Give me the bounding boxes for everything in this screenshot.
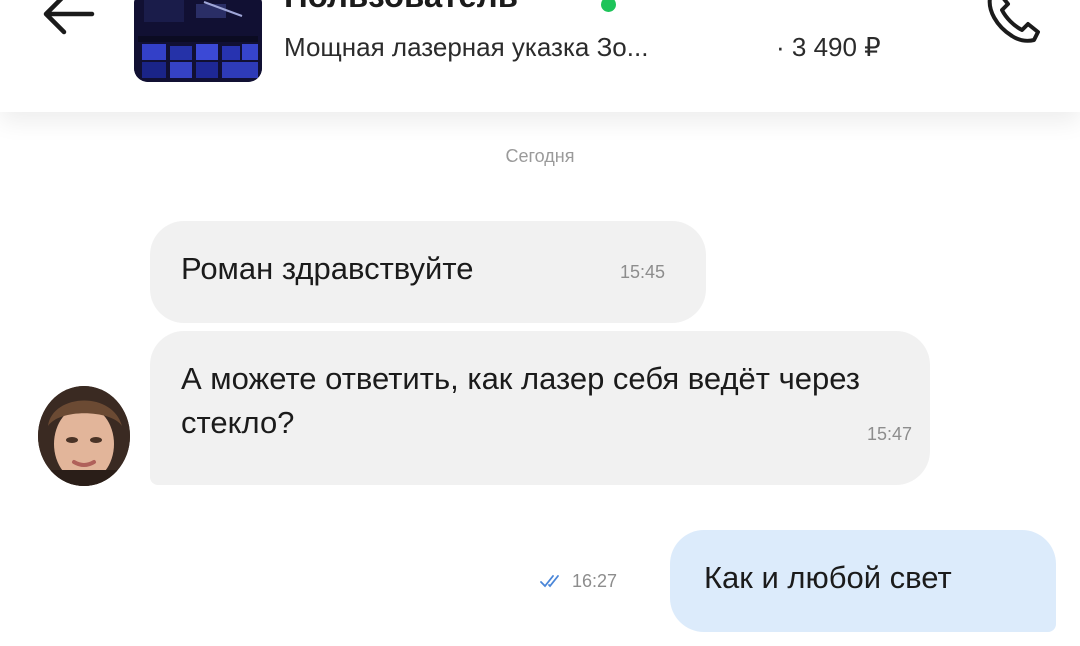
call-button[interactable] <box>982 0 1046 52</box>
chat-screen: Пользователь Мощная лазерная указка Зо..… <box>0 0 1080 646</box>
outgoing-message-status: 16:27 <box>540 570 617 592</box>
message-time: 16:27 <box>572 571 618 591</box>
laser-product-image <box>134 0 262 82</box>
online-status-dot <box>601 0 616 12</box>
message-time: 15:45 <box>620 262 666 282</box>
message-text: Роман здравствуйте <box>181 251 474 286</box>
double-check-icon <box>540 575 559 588</box>
avatar-photo <box>38 386 130 486</box>
sender-avatar[interactable] <box>38 386 130 486</box>
item-title[interactable]: Мощная лазерная указка Зо... <box>284 30 764 64</box>
message-text: Как и любой свет <box>704 560 952 595</box>
phone-icon <box>987 0 1040 43</box>
outgoing-message[interactable]: Как и любой свет <box>670 530 1056 632</box>
item-price: · 3 490 ₽ <box>776 32 881 62</box>
user-name[interactable]: Пользователь <box>284 0 518 16</box>
incoming-message[interactable]: Роман здравствуйте 15:45 <box>150 221 706 323</box>
item-thumbnail[interactable] <box>134 0 262 82</box>
message-time: 15:47 <box>866 424 912 444</box>
date-separator: Сегодня <box>505 146 575 166</box>
back-button[interactable] <box>34 0 104 44</box>
incoming-message[interactable]: А можете ответить, как лазер себя ведёт … <box>150 331 930 485</box>
chat-header: Пользователь Мощная лазерная указка Зо..… <box>0 0 1080 112</box>
arrow-left-icon <box>43 0 95 35</box>
message-text: А можете ответить, как лазер себя ведёт … <box>181 361 861 440</box>
